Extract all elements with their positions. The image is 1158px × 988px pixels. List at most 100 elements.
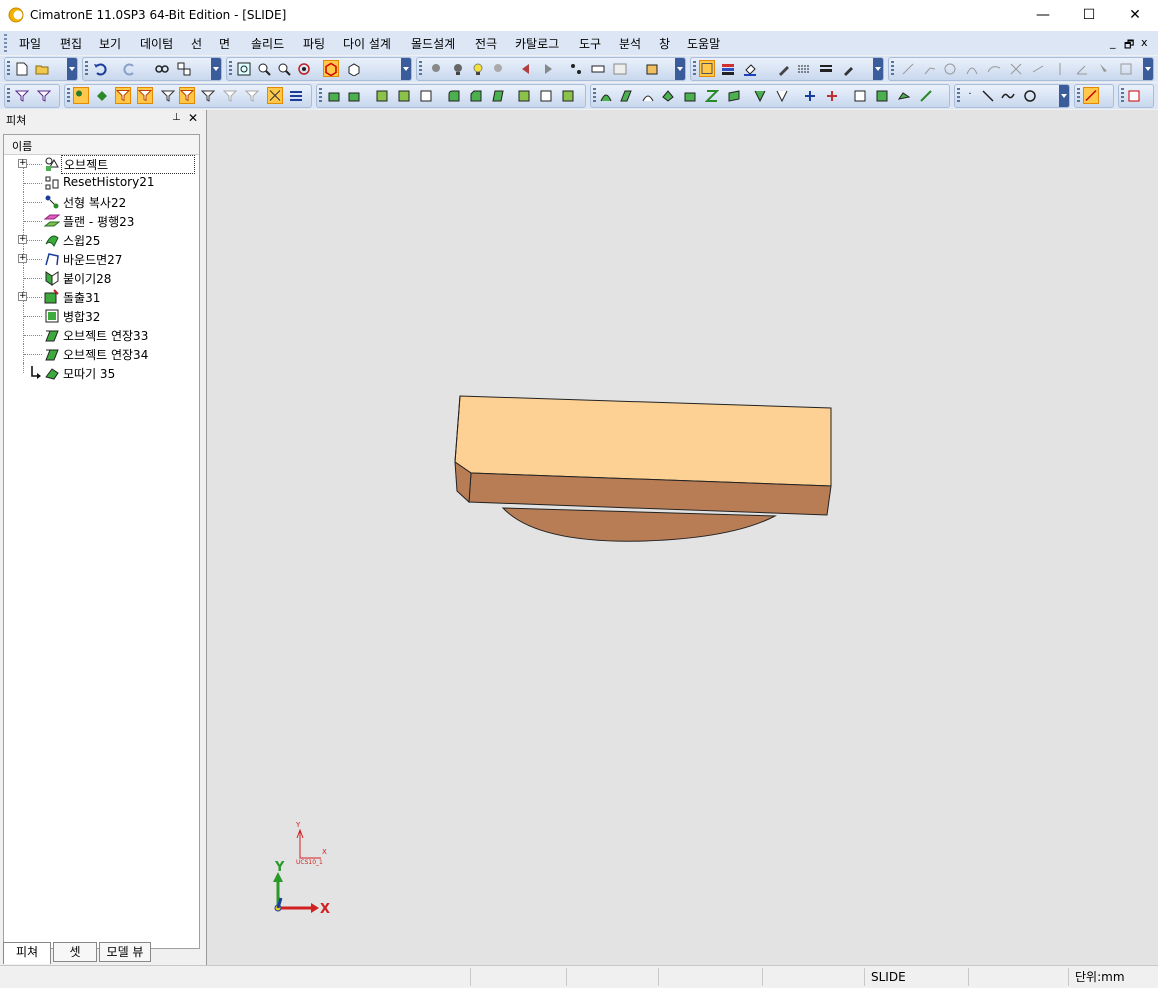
model-canvas[interactable]: Y X UCS10_1 Y X [207,110,1157,965]
shell-tool-icon[interactable] [375,89,389,103]
filter-datum-icon[interactable] [223,89,237,103]
menu-die-design[interactable]: 다이 설계 [343,35,391,52]
line-tool-icon[interactable] [901,62,915,76]
draft-tool-icon[interactable] [491,89,505,103]
pin-icon[interactable]: ⊥ [172,112,181,123]
box-tool-icon[interactable] [419,89,433,103]
pen-icon[interactable] [777,62,791,76]
pick-tool-icon[interactable] [1097,62,1111,76]
select-curves-icon[interactable] [137,87,153,104]
angle-tool-icon[interactable] [1075,62,1089,76]
toolbar-overflow-button[interactable] [1059,85,1069,107]
tab-feature[interactable]: 피쳐 [3,942,51,964]
toolbar-overflow-button[interactable] [211,58,221,80]
filter-icon[interactable] [161,89,175,103]
new-file-icon[interactable] [15,62,29,76]
menu-datum[interactable]: 데이텀 [140,35,173,52]
menu-analysis[interactable]: 분석 [619,35,641,52]
boolean-tool-icon[interactable] [397,89,411,103]
menu-solid[interactable]: 솔리드 [251,35,284,52]
panel-close-icon[interactable]: ✕ [188,111,198,125]
split-surface-icon[interactable] [803,89,817,103]
minimize-button[interactable]: — [1020,0,1066,31]
menu-curve[interactable]: 선 [191,35,202,52]
patch-surface-icon[interactable] [919,89,933,103]
offset-surface-icon[interactable] [661,89,675,103]
tree-item-object[interactable]: + 오브젝트 [4,154,199,174]
redo-icon[interactable] [123,62,137,76]
bulb-icon[interactable] [451,62,465,76]
shaded-cube-icon[interactable] [323,60,339,77]
glasses-icon[interactable] [155,62,169,76]
rotate-view-icon[interactable] [297,62,311,76]
filter-list-icon[interactable] [289,89,303,103]
extrude-tool-icon[interactable] [327,89,341,103]
filter-toggle-icon[interactable] [267,87,283,104]
fill-color-icon[interactable] [743,62,757,76]
line-width-icon[interactable] [819,62,833,76]
check-icon[interactable] [613,62,627,76]
regenerate-icon[interactable] [177,62,191,76]
menu-window[interactable]: 창 [659,35,670,52]
graphics-viewport[interactable]: Y X UCS10_1 Y X [206,110,1158,965]
grid-select-icon[interactable] [699,60,715,77]
line-style-icon[interactable] [797,62,811,76]
select-filter-2-icon[interactable] [37,89,51,103]
menu-face[interactable]: 면 [219,35,230,52]
boundary-surface-icon[interactable] [705,89,719,103]
fillet-tool-icon[interactable] [447,89,461,103]
tree-item-attach[interactable]: 붙이기28 [4,268,199,287]
toolbar-overflow-button[interactable] [401,58,411,80]
filter-sets-icon[interactable] [245,89,259,103]
expand-icon[interactable]: + [18,292,27,301]
tree-item-extend-object-33[interactable]: 오브젝트 연장33 [4,325,199,344]
filter-active-icon[interactable] [179,87,195,104]
combine-tool-icon[interactable] [561,89,575,103]
toolbar-overflow-button[interactable] [873,58,883,80]
menu-view[interactable]: 보기 [99,35,121,52]
color-table-icon[interactable] [721,62,735,76]
sketcher-icon[interactable] [1083,87,1099,104]
tree-item-extend-object-34[interactable]: 오브젝트 연장34 [4,344,199,363]
points-icon[interactable] [569,62,583,76]
analyze-surface-icon[interactable] [825,89,839,103]
next-icon[interactable] [541,62,555,76]
frame-tool-icon[interactable] [1119,62,1133,76]
paint-brush-icon[interactable] [841,62,855,76]
mdi-restore-button[interactable]: 🗗 [1124,36,1134,55]
menu-edit[interactable]: 편집 [60,35,82,52]
expand-icon[interactable]: + [18,235,27,244]
line-draw-icon[interactable] [981,89,995,103]
polyline-tool-icon[interactable] [923,62,937,76]
filter-points-icon[interactable] [201,89,215,103]
open-folder-icon[interactable] [35,62,49,76]
arc-tool-icon[interactable] [965,62,979,76]
zoom-all-icon[interactable] [237,62,251,76]
menu-catalog[interactable]: 카탈로그 [515,35,559,52]
select-objects-icon[interactable] [73,87,89,104]
trim-surface-icon[interactable] [727,89,741,103]
close-button[interactable]: ✕ [1112,0,1158,31]
bulb-on-icon[interactable] [471,62,485,76]
menu-parting[interactable]: 파팅 [303,35,325,52]
tree-item-extrude[interactable]: + 돌출31 [4,287,199,306]
extend-surface-icon[interactable] [753,89,767,103]
tree-item-reset-history[interactable]: ResetHistory21 [4,173,199,192]
tab-set[interactable]: 셋 [53,942,97,962]
zoom-window-icon[interactable] [257,62,271,76]
sweep-tool-icon[interactable] [599,89,613,103]
mdi-close-button[interactable]: x [1141,36,1148,49]
maximize-button[interactable]: ☐ [1066,0,1112,31]
tree-item-plane-parallel[interactable]: 플랜 - 평행23 [4,211,199,230]
tree-item-chamfer[interactable]: 모따기 35 [4,363,199,382]
revolve-tool-icon[interactable] [347,89,361,103]
wrap-surface-icon[interactable] [897,89,911,103]
cut-tool-icon[interactable] [539,89,553,103]
tab-model-view[interactable]: 모델 뷰 [99,942,151,962]
select-edges-icon[interactable] [115,87,131,104]
loft-tool-icon[interactable] [619,89,633,103]
mold-base-icon[interactable] [645,62,659,76]
spline-tool-icon[interactable] [987,62,1001,76]
trim-tool-icon[interactable] [1009,62,1023,76]
toolbar-overflow-button[interactable] [67,58,77,80]
